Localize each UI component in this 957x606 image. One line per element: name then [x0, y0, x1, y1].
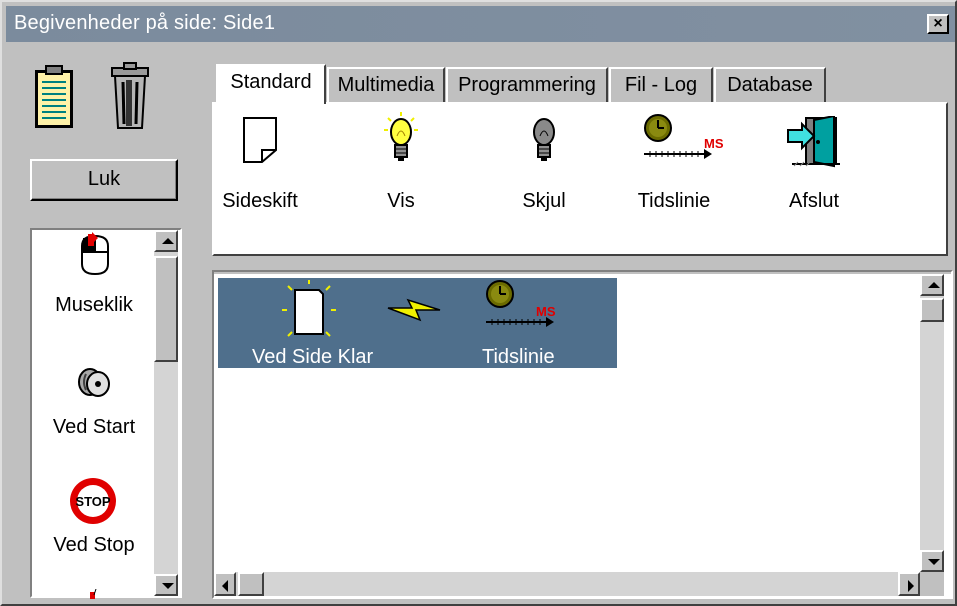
- scroll-thumb[interactable]: [154, 256, 178, 362]
- sequence-action-label: Tidslinie: [482, 346, 555, 368]
- sequence-trigger-label: Ved Side Klar: [252, 346, 374, 368]
- arrow-up-icon: [162, 238, 174, 244]
- tool-badge-ms: MS: [704, 136, 724, 151]
- event-item-museklik[interactable]: Museklik: [32, 294, 156, 317]
- next-item-icon: [88, 586, 100, 599]
- luk-button[interactable]: Luk: [30, 159, 178, 201]
- tab-standard[interactable]: Standard: [216, 64, 326, 104]
- event-window: Begivenheder på side: Side1 × Luk Musekl…: [0, 0, 957, 606]
- svg-text:STOP: STOP: [75, 494, 110, 509]
- scroll-down-button[interactable]: [920, 550, 944, 572]
- scroll-left-button[interactable]: [214, 572, 236, 596]
- clipboard-icon[interactable]: [34, 64, 74, 130]
- arrow-left-icon: [222, 580, 228, 592]
- scroll-down-button[interactable]: [154, 574, 178, 596]
- tool-label-vis: Vis: [387, 190, 415, 212]
- tab-fil-log[interactable]: Fil - Log: [609, 67, 713, 103]
- mouse-click-icon: [78, 232, 112, 276]
- tool-label-sideskift: Sideskift: [222, 190, 298, 212]
- sequence-canvas[interactable]: MS Ved Side Klar Tidslinie: [214, 274, 951, 597]
- scrollbar-corner: [920, 572, 944, 596]
- arrow-down-icon: [928, 559, 940, 565]
- events-list[interactable]: Museklik Ved Start STOP Ved Stop: [30, 228, 182, 599]
- tool-panel: Sideskift Vis Skjul MS Tidslinie Afslut: [212, 102, 948, 256]
- canvas-vertical-scrollbar[interactable]: [920, 274, 944, 572]
- close-window-button[interactable]: ×: [927, 14, 949, 34]
- key-start-icon: [76, 364, 112, 400]
- stop-sign-icon: STOP: [68, 476, 118, 526]
- lightning-icon: [386, 296, 442, 324]
- scroll-thumb[interactable]: [238, 572, 264, 596]
- window-title: Begivenheder på side: Side1: [14, 12, 276, 34]
- trash-icon[interactable]: [110, 62, 150, 130]
- arrow-down-icon: [162, 583, 174, 589]
- scroll-up-button[interactable]: [154, 230, 178, 252]
- event-sequence[interactable]: MS Ved Side Klar Tidslinie: [218, 278, 617, 368]
- scroll-thumb[interactable]: [920, 298, 944, 322]
- page-icon: [242, 116, 278, 164]
- canvas-horizontal-scrollbar[interactable]: [214, 572, 920, 596]
- arrow-up-icon: [928, 282, 940, 288]
- tab-database[interactable]: Database: [714, 67, 826, 103]
- lightbulb-off-icon: [528, 116, 560, 168]
- tab-programmering[interactable]: Programmering: [446, 67, 608, 103]
- sequence-badge-ms: MS: [536, 304, 556, 319]
- tool-label-skjul: Skjul: [522, 190, 566, 212]
- event-item-ved-start[interactable]: Ved Start: [32, 416, 156, 439]
- tool-label-afslut: Afslut: [788, 190, 840, 212]
- title-bar[interactable]: Begivenheder på side: Side1 ×: [6, 6, 955, 42]
- exit-door-icon: [784, 114, 842, 168]
- scroll-up-button[interactable]: [920, 274, 944, 296]
- tab-multimedia[interactable]: Multimedia: [327, 67, 445, 103]
- events-list-scrollbar[interactable]: [154, 230, 178, 596]
- arrow-right-icon: [908, 580, 914, 592]
- page-ready-icon: [282, 280, 336, 344]
- event-item-ved-stop[interactable]: Ved Stop: [32, 534, 156, 557]
- lightbulb-on-icon: [384, 112, 418, 168]
- scroll-right-button[interactable]: [898, 572, 920, 596]
- tool-label-tidslinie: Tidslinie: [637, 190, 711, 212]
